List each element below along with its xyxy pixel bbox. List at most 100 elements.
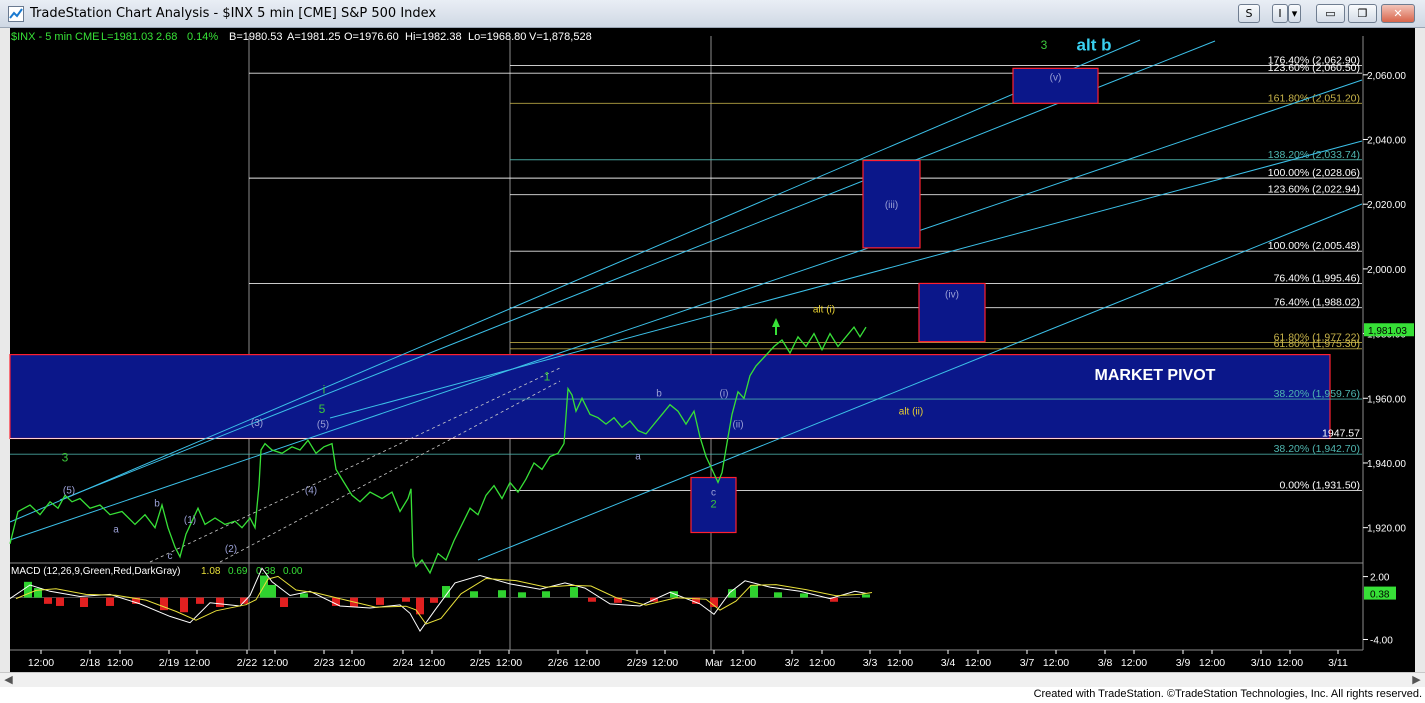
time-tick-label: 2/23 bbox=[314, 657, 335, 669]
macd-histogram-bar bbox=[376, 597, 384, 605]
fib-level-label: 100.00% (2,005.48) bbox=[1268, 240, 1360, 252]
time-tick-label: 2/29 bbox=[627, 657, 648, 669]
wave-label: b bbox=[656, 389, 662, 400]
price-tick-label: 1,960.00 bbox=[1367, 394, 1406, 405]
macd-histogram-bar bbox=[196, 597, 204, 604]
header-ask: A=1981.25 bbox=[287, 31, 341, 43]
footer-credit: Created with TradeStation. ©TradeStation… bbox=[1033, 688, 1422, 700]
macd-histogram-bar bbox=[800, 593, 808, 598]
wave-label: (5) bbox=[63, 486, 75, 497]
macd-histogram-bar bbox=[862, 594, 870, 598]
time-tick-label: 12:00 bbox=[574, 657, 600, 669]
time-tick-label: 3/9 bbox=[1176, 657, 1191, 669]
macd-histogram-bar bbox=[280, 597, 288, 607]
time-tick-label: 12:00 bbox=[730, 657, 756, 669]
time-tick-label: 2/24 bbox=[393, 657, 414, 669]
macd-histogram-bar bbox=[430, 597, 438, 603]
time-tick-label: 12:00 bbox=[809, 657, 835, 669]
market-pivot-label: MARKET PIVOT bbox=[1095, 367, 1216, 384]
time-tick-label: 12:00 bbox=[107, 657, 133, 669]
header-low: Lo=1968.80 bbox=[468, 31, 526, 43]
target-box-label: (v) bbox=[1050, 72, 1062, 83]
fib-level-label: 123.60% (2,060.50) bbox=[1268, 62, 1360, 74]
footer: Created with TradeStation. ©TradeStation… bbox=[0, 687, 1425, 703]
time-tick-label: 12:00 bbox=[419, 657, 445, 669]
macd-histogram-bar bbox=[750, 584, 758, 598]
header-last: L=1981.03 bbox=[101, 31, 153, 43]
time-tick-label: 12:00 bbox=[1277, 657, 1303, 669]
header-bid: B=1980.53 bbox=[229, 31, 283, 43]
horizontal-scrollbar[interactable]: ◀ ▶ bbox=[0, 672, 1425, 687]
symbol-link-s-button[interactable]: S bbox=[1238, 4, 1260, 23]
macd-histogram-bar bbox=[774, 592, 782, 598]
chart-area[interactable]: MARKET PIVOT 176.40% (2,062.90)123.60% (… bbox=[0, 28, 1425, 672]
macd-histogram-bar bbox=[56, 597, 64, 606]
price-tick-label: 2,060.00 bbox=[1367, 71, 1406, 82]
time-tick-label: 12:00 bbox=[965, 657, 991, 669]
wave-label: 1 bbox=[544, 369, 551, 383]
symbol-header: $INX - 5 min CME L=1981.03 2.68 0.14% B=… bbox=[11, 31, 592, 43]
minimize-button[interactable]: ▭ bbox=[1316, 4, 1345, 23]
fib-level-label: 123.60% (2,022.94) bbox=[1268, 184, 1360, 196]
time-tick-label: 2/18 bbox=[80, 657, 101, 669]
time-tick-label: 2/25 bbox=[470, 657, 491, 669]
time-tick-label: 12:00 bbox=[28, 657, 54, 669]
macd-histogram-bar bbox=[106, 597, 114, 606]
time-tick-label: 2/19 bbox=[159, 657, 180, 669]
header-symbol: $INX - 5 min bbox=[11, 31, 72, 43]
macd-histogram-bar bbox=[216, 597, 224, 607]
wave-label: alt (ii) bbox=[899, 406, 923, 417]
fib-level-label: 138.20% (2,033.74) bbox=[1268, 149, 1360, 161]
scroll-right-icon[interactable]: ▶ bbox=[1409, 673, 1424, 687]
fib-level-label: 76.40% (1,988.02) bbox=[1274, 297, 1360, 309]
wave-label: alt (i) bbox=[813, 305, 835, 316]
time-tick-label: 12:00 bbox=[184, 657, 210, 669]
time-tick-label: 12:00 bbox=[652, 657, 678, 669]
macd-histogram-bar bbox=[588, 597, 596, 602]
time-tick-label: 3/11 bbox=[1328, 657, 1348, 669]
time-tick-label: 12:00 bbox=[887, 657, 913, 669]
macd-histogram-bar bbox=[518, 592, 526, 598]
wave-label: alt b bbox=[1077, 36, 1112, 55]
time-tick-label: 12:00 bbox=[1199, 657, 1225, 669]
time-tick-label: 12:00 bbox=[1043, 657, 1069, 669]
macd-value: 1.08 bbox=[201, 566, 221, 577]
macd-last-label: 0.38 bbox=[1370, 590, 1390, 601]
link-dropdown-button[interactable]: ▾ bbox=[1288, 4, 1301, 23]
target-box-sublabel: 2 bbox=[710, 499, 716, 511]
price-tick-label: 1,940.00 bbox=[1367, 459, 1406, 470]
scroll-left-icon[interactable]: ◀ bbox=[1, 673, 16, 687]
time-tick-label: 3/8 bbox=[1098, 657, 1113, 669]
macd-signal-value: 0.69 bbox=[228, 566, 248, 577]
macd-tick-label: -4.00 bbox=[1370, 636, 1393, 647]
macd-label: MACD (12,26,9,Green,Red,DarkGray) bbox=[11, 566, 181, 577]
wave-label: i bbox=[323, 382, 326, 396]
macd-histogram-bar bbox=[300, 593, 308, 598]
wave-label: (1) bbox=[184, 515, 196, 526]
right-frame bbox=[1415, 28, 1425, 672]
time-tick-label: 12:00 bbox=[496, 657, 522, 669]
time-tick-label: 3/2 bbox=[785, 657, 800, 669]
time-tick-label: 3/3 bbox=[863, 657, 878, 669]
header-open: O=1976.60 bbox=[344, 31, 399, 43]
header-percent: 0.14% bbox=[187, 31, 218, 43]
price-tick-label: 1,920.00 bbox=[1367, 524, 1406, 535]
close-button[interactable]: ✕ bbox=[1381, 4, 1415, 23]
time-tick-label: 12:00 bbox=[339, 657, 365, 669]
fib-level-label: 161.80% (2,051.20) bbox=[1268, 92, 1360, 104]
wave-label: a bbox=[635, 452, 641, 463]
price-tick-label: 2,000.00 bbox=[1367, 265, 1406, 276]
window-title: TradeStation Chart Analysis - $INX 5 min… bbox=[30, 6, 437, 21]
restore-button[interactable]: ❐ bbox=[1348, 4, 1377, 23]
wave-label: 5 bbox=[319, 402, 326, 416]
macd-histogram-bar bbox=[268, 584, 276, 598]
wave-label: (5) bbox=[317, 419, 329, 430]
indicator-i-button[interactable]: I bbox=[1272, 4, 1288, 23]
fib-level-label: 76.40% (1,995.46) bbox=[1274, 273, 1360, 285]
left-frame bbox=[0, 28, 10, 672]
macd-histogram-bar bbox=[570, 587, 578, 598]
macd-histogram-bar bbox=[498, 590, 506, 598]
macd-histogram-bar bbox=[44, 597, 52, 604]
header-high: Hi=1982.38 bbox=[405, 31, 462, 43]
time-tick-label: 12:00 bbox=[262, 657, 288, 669]
